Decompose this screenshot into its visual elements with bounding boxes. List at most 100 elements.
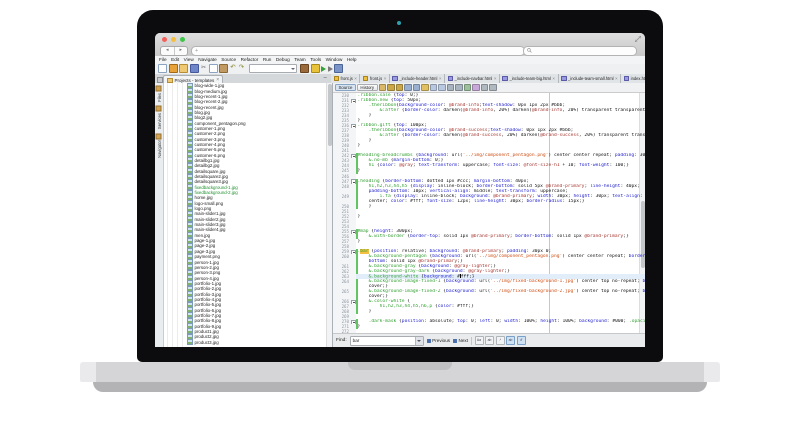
- new-project-icon[interactable]: [169, 64, 178, 73]
- forward-icon[interactable]: ▸: [175, 47, 188, 55]
- menu-run[interactable]: Run: [263, 57, 272, 62]
- tree-item[interactable]: product3.jpg: [164, 340, 327, 345]
- close-tab-icon[interactable]: ×: [384, 76, 387, 81]
- close-tab-icon[interactable]: ×: [494, 76, 497, 81]
- clean-icon[interactable]: [311, 64, 320, 73]
- tree-scrollbar-thumb[interactable]: [328, 84, 332, 146]
- new-file-icon[interactable]: [158, 64, 167, 73]
- debug-icon[interactable]: [328, 66, 333, 72]
- apply-fix-icon[interactable]: [472, 84, 480, 92]
- editor-tab-label: index.html: [631, 76, 645, 81]
- minimize-window-button[interactable]: [171, 37, 176, 42]
- tree-item-label: men.jpg: [195, 233, 211, 238]
- menu-file[interactable]: File: [159, 57, 167, 62]
- fold-margin[interactable]: [351, 329, 356, 333]
- menu-help[interactable]: Help: [347, 57, 357, 62]
- whole-words-toggle[interactable]: ab: [485, 336, 494, 345]
- toggle-highlight-icon[interactable]: [421, 84, 429, 92]
- previous-bookmark-icon[interactable]: [430, 84, 438, 92]
- sidebar-tab-navigator[interactable]: Navigator: [156, 134, 162, 158]
- address-bar-input[interactable]: +: [191, 46, 525, 56]
- back-icon[interactable]: ◂: [161, 47, 175, 55]
- menu-navigate[interactable]: Navigate: [198, 57, 217, 62]
- paste-icon[interactable]: [219, 64, 228, 73]
- redo-icon[interactable]: ↷: [238, 65, 245, 72]
- tree-item-label: detailbg1.jpg: [195, 158, 220, 163]
- find-previous-button[interactable]: Previous: [427, 338, 450, 343]
- editor-tab-_include-team-small.html[interactable]: _include-team-small.html×: [559, 74, 622, 83]
- tree-item-label: logo.png: [195, 206, 212, 211]
- editor-tab-_include-team-big.html[interactable]: _include-team-big.html×: [500, 74, 559, 83]
- editor-tab-_include-navbar.html[interactable]: _include-navbar.html×: [445, 74, 500, 83]
- uncomment-icon[interactable]: [455, 84, 463, 92]
- copy-icon[interactable]: [209, 64, 218, 73]
- image-file-icon: [187, 339, 193, 345]
- check-file-icon[interactable]: [464, 84, 472, 92]
- indent-left-icon[interactable]: [481, 84, 489, 92]
- menu-refactor[interactable]: Refactor: [241, 57, 259, 62]
- close-tab-icon[interactable]: ×: [354, 76, 357, 81]
- open-project-icon[interactable]: [179, 64, 188, 73]
- editor-tab-front.js[interactable]: front.js×: [360, 74, 389, 83]
- config-combo[interactable]: [249, 64, 297, 73]
- close-tab-icon[interactable]: ×: [439, 76, 442, 81]
- sidebar-tab-services[interactable]: Services: [156, 106, 162, 129]
- indent-right-icon[interactable]: [489, 84, 497, 92]
- tree-scrollbar[interactable]: [326, 83, 332, 347]
- menu-edit[interactable]: Edit: [171, 57, 179, 62]
- code-text[interactable]: [358, 329, 646, 333]
- match-case-toggle[interactable]: Aa: [475, 336, 484, 345]
- profile-icon[interactable]: [334, 64, 343, 73]
- find-dropdown-arrow-icon[interactable]: [415, 337, 423, 345]
- history-view-button[interactable]: History: [357, 84, 378, 91]
- editor-tab-_include-header.html[interactable]: _include-header.html×: [390, 74, 445, 83]
- editor-tab-index.html[interactable]: index.html×: [621, 74, 645, 83]
- tree-item-label: blog-recent-2.jpg: [195, 99, 228, 104]
- back-icon[interactable]: [387, 84, 395, 92]
- tree-item-label: detailsquare2.jpg: [195, 174, 228, 179]
- find-input[interactable]: bar: [350, 336, 424, 346]
- file-tree[interactable]: blog-wide-1.jpgblog-medium.jpgblog-recen…: [164, 83, 327, 347]
- find-occurrences-icon[interactable]: [413, 84, 421, 92]
- forward-icon[interactable]: [396, 84, 404, 92]
- highlight-results-toggle[interactable]: ab: [506, 336, 515, 345]
- undo-icon[interactable]: ↶: [230, 65, 237, 72]
- find-label: Find:: [336, 338, 347, 343]
- editor-area: Source History 230.ribbon.sale {top: 0;}…: [333, 83, 645, 347]
- search-input[interactable]: [523, 46, 637, 56]
- minimize-panel-icon[interactable]: −: [323, 75, 327, 82]
- back-forward-buttons[interactable]: ◂ ▸: [160, 46, 188, 56]
- line-number[interactable]: 272: [333, 329, 351, 333]
- zoom-window-button[interactable]: [180, 37, 185, 42]
- sidebar-tab-files[interactable]: Files: [156, 86, 162, 101]
- editor-tab-front.js[interactable]: front.js×: [331, 74, 360, 83]
- code-editor[interactable]: 230.ribbon.sale {top: 0;}231.ribbon.new …: [333, 93, 645, 333]
- menu-window[interactable]: Window: [326, 57, 343, 62]
- tree-item-label: blog-recent.jpg: [195, 105, 224, 110]
- menu-view[interactable]: View: [184, 57, 194, 62]
- last-edit-icon[interactable]: [379, 84, 387, 92]
- left-panel-tab-header: Projects - templates × −: [155, 74, 331, 83]
- build-icon[interactable]: [300, 64, 309, 73]
- save-all-icon[interactable]: [190, 64, 199, 73]
- menu-debug[interactable]: Debug: [276, 57, 290, 62]
- window-titlebar[interactable]: ◂ ▸ +: [155, 33, 645, 57]
- resize-icon[interactable]: [635, 36, 641, 42]
- run-icon[interactable]: [321, 66, 326, 72]
- find-next-button[interactable]: Next: [453, 338, 468, 343]
- menu-team[interactable]: Team: [294, 57, 305, 62]
- add-bookmark-icon[interactable]: +: [195, 48, 198, 54]
- cut-icon[interactable]: ✂: [200, 65, 207, 72]
- regex-toggle[interactable]: .*: [496, 336, 505, 345]
- find-selection-icon[interactable]: [404, 84, 412, 92]
- close-window-button[interactable]: [162, 37, 167, 42]
- wrap-search-toggle[interactable]: ↺: [517, 336, 526, 345]
- code-line[interactable]: 272: [333, 329, 645, 333]
- source-view-button[interactable]: Source: [335, 84, 356, 91]
- close-tab-icon[interactable]: ×: [552, 76, 555, 81]
- comment-icon[interactable]: [447, 84, 455, 92]
- menu-source[interactable]: Source: [221, 57, 236, 62]
- menu-tools[interactable]: Tools: [310, 57, 321, 62]
- close-tab-icon[interactable]: ×: [615, 76, 618, 81]
- next-bookmark-icon[interactable]: [438, 84, 446, 92]
